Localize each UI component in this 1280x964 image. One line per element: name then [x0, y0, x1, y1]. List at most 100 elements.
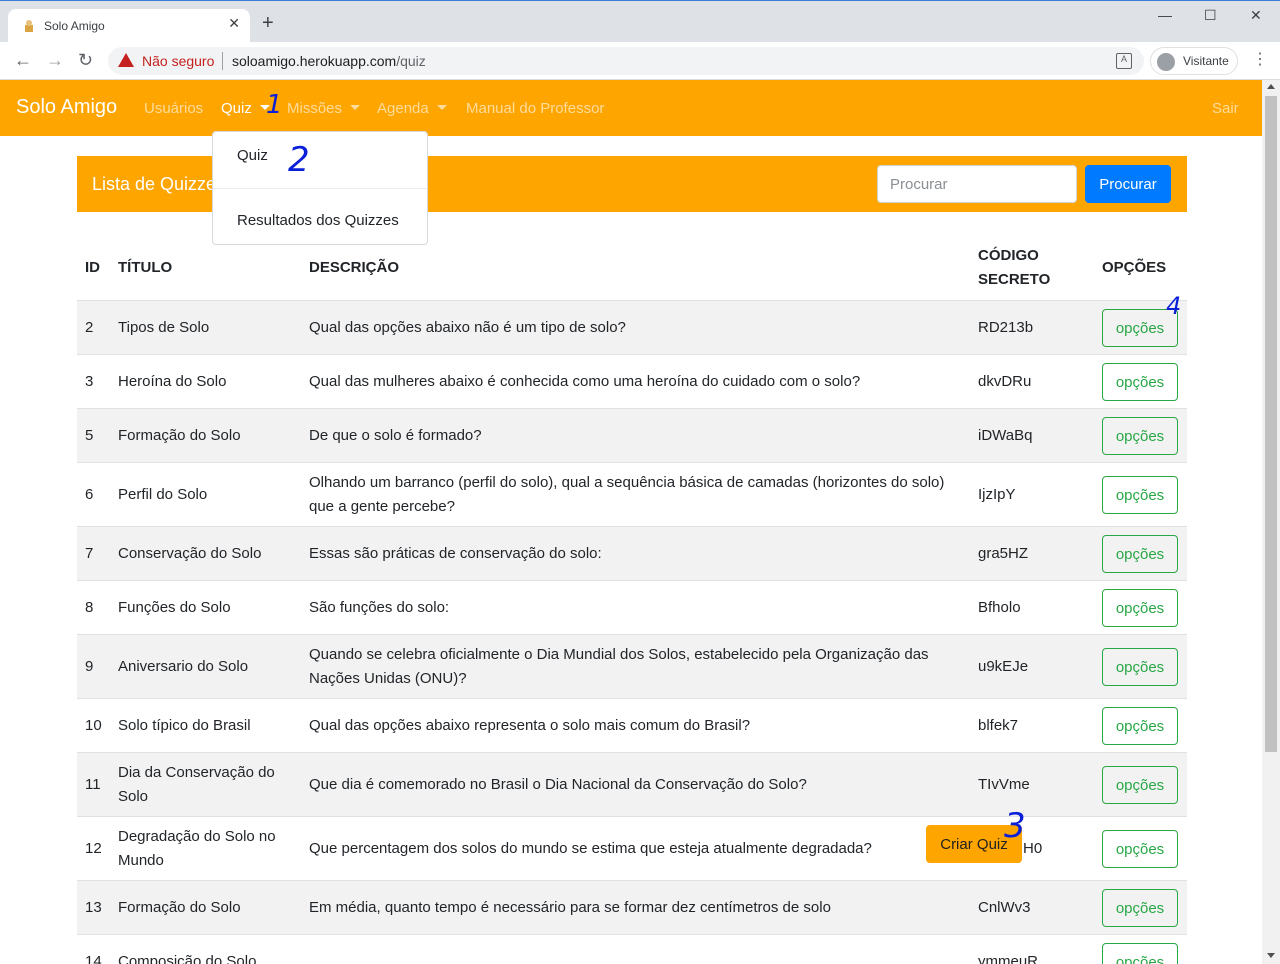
- browser-tabstrip: Solo Amigo ✕ + — ☐ ✕: [0, 0, 1280, 43]
- annotation-2: 2: [288, 140, 310, 180]
- annotation-4: 4: [1166, 292, 1182, 320]
- cell-title: Heroína do Solo: [118, 373, 227, 390]
- translate-icon[interactable]: A: [1116, 53, 1132, 69]
- header-description: DESCRIÇÃO: [309, 259, 400, 276]
- cell-code: dkvDRu: [978, 373, 1032, 390]
- header-title: TÍTULO: [118, 259, 173, 276]
- options-button[interactable]: opções: [1102, 766, 1178, 804]
- nav-quiz[interactable]: Quiz: [221, 100, 270, 117]
- app-navbar: Solo Amigo Usuários Quiz Missões Agenda …: [0, 80, 1262, 136]
- brand-logo[interactable]: Solo Amigo: [16, 96, 117, 119]
- cell-description: Quando se celebra oficialmente o Dia Mun…: [309, 646, 929, 687]
- nav-missoes[interactable]: Missões: [287, 100, 361, 117]
- scroll-thumb[interactable]: [1265, 96, 1277, 752]
- nav-manual[interactable]: Manual do Professor: [466, 100, 604, 117]
- table-header: ID TÍTULO DESCRIÇÃO CÓDIGO SECRETO OPÇÕES: [77, 240, 1187, 300]
- options-button[interactable]: opções: [1102, 535, 1178, 573]
- security-label[interactable]: Não seguro: [142, 53, 214, 69]
- options-button[interactable]: opções: [1102, 363, 1178, 401]
- url-text[interactable]: soloamigo.herokuapp.com/quiz: [232, 53, 426, 69]
- cell-description: Olhando um barranco (perfil do solo), qu…: [309, 474, 945, 515]
- cell-code: TIvVme: [978, 776, 1030, 793]
- cell-title: Perfil do Solo: [118, 486, 208, 503]
- browser-menu-icon[interactable]: ⋮: [1252, 50, 1268, 70]
- options-button[interactable]: opções: [1102, 889, 1178, 927]
- chevron-down-icon: [436, 105, 447, 110]
- options-button[interactable]: opções: [1102, 417, 1178, 455]
- cell-code: u9kEJe: [978, 658, 1029, 675]
- tab-title: Solo Amigo: [44, 19, 105, 33]
- cell-code: gra5HZ: [978, 545, 1029, 562]
- app-favicon-icon: [25, 20, 33, 32]
- cell-title: Formação do Solo: [118, 899, 241, 916]
- table-row: 9 Aniversario do Solo Quando se celebra …: [77, 634, 1187, 698]
- table-row: 7 Conservação do Solo Essas são práticas…: [77, 526, 1187, 580]
- tab-close-icon[interactable]: ✕: [228, 15, 240, 32]
- back-icon[interactable]: ←: [14, 50, 32, 70]
- cell-id: 14: [85, 953, 102, 964]
- cell-description: Em média, quanto tempo é necessário para…: [309, 899, 831, 916]
- cell-id: 5: [85, 427, 94, 444]
- browser-tab[interactable]: Solo Amigo ✕: [8, 9, 250, 43]
- reload-icon[interactable]: ↻: [78, 50, 93, 70]
- cell-title: Solo típico do Brasil: [118, 717, 251, 734]
- cell-title: Formação do Solo: [118, 427, 241, 444]
- minimize-icon[interactable]: —: [1158, 7, 1172, 23]
- cell-description: Qual das mulheres abaixo é conhecida com…: [309, 373, 861, 390]
- cell-id: 10: [85, 717, 102, 734]
- cell-description: São funções do solo:: [309, 599, 450, 616]
- dropdown-item-quiz[interactable]: Quiz: [213, 147, 427, 164]
- profile-button[interactable]: Visitante: [1150, 47, 1238, 75]
- warning-icon: [118, 53, 134, 67]
- table-row: 13 Formação do Solo Em média, quanto tem…: [77, 880, 1187, 934]
- search-button[interactable]: Procurar: [1085, 165, 1171, 203]
- logout-link[interactable]: Sair: [1212, 100, 1239, 117]
- nav-agenda-label: Agenda: [377, 100, 429, 117]
- cell-code: H0: [1023, 840, 1043, 857]
- annotation-1: 1: [266, 90, 283, 120]
- window-close-icon[interactable]: ✕: [1250, 7, 1262, 24]
- browser-toolbar: ← → ↻ Não seguro soloamigo.herokuapp.com…: [0, 42, 1280, 80]
- options-button[interactable]: opções: [1102, 830, 1178, 868]
- header-code: CÓDIGO SECRETO: [978, 244, 1050, 292]
- scroll-down-icon[interactable]: [1267, 953, 1275, 958]
- maximize-icon[interactable]: ☐: [1204, 7, 1217, 24]
- cell-description: Essas são práticas de conservação do sol…: [309, 545, 602, 562]
- nav-usuarios[interactable]: Usuários: [144, 100, 203, 117]
- table-row: 8 Funções do Solo São funções do solo: B…: [77, 580, 1187, 634]
- cell-id: 12: [85, 840, 102, 857]
- new-tab-button[interactable]: +: [262, 13, 274, 33]
- cell-title: Funções do Solo: [118, 599, 231, 616]
- cell-description: Que percentagem dos solos do mundo se es…: [309, 840, 872, 857]
- nav-missoes-label: Missões: [287, 100, 343, 117]
- options-button[interactable]: opções: [1102, 589, 1178, 627]
- search-input[interactable]: [877, 165, 1077, 203]
- table-row: 14 Composição do Solo ymmeuR opções: [77, 934, 1187, 964]
- header-options: OPÇÕES: [1102, 259, 1167, 276]
- forward-icon[interactable]: →: [46, 50, 64, 70]
- cell-code: RD213b: [978, 319, 1034, 336]
- cell-description: Qual das opções abaixo representa o solo…: [309, 717, 751, 734]
- options-button[interactable]: opções: [1102, 707, 1178, 745]
- cell-description: De que o solo é formado?: [309, 427, 482, 444]
- nav-quiz-label: Quiz: [221, 100, 252, 117]
- cell-title: Aniversario do Solo: [118, 658, 249, 675]
- cell-id: 13: [85, 899, 102, 916]
- options-button[interactable]: opções: [1102, 943, 1178, 964]
- dropdown-item-resultados[interactable]: Resultados dos Quizzes: [213, 212, 427, 229]
- cell-description: Qual das opções abaixo não é um tipo de …: [309, 319, 626, 336]
- page-scrollbar[interactable]: [1262, 80, 1280, 964]
- options-button[interactable]: opções: [1102, 476, 1178, 514]
- cell-id: 3: [85, 373, 94, 390]
- cell-code: IjzIpY: [978, 486, 1016, 503]
- scroll-up-icon[interactable]: [1267, 84, 1275, 89]
- cell-code: blfek7: [978, 717, 1019, 734]
- cell-description: Que dia é comemorado no Brasil o Dia Nac…: [309, 776, 807, 793]
- address-bar[interactable]: Não seguro soloamigo.herokuapp.com/quiz …: [108, 47, 1144, 75]
- table-row: 10 Solo típico do Brasil Qual das opções…: [77, 698, 1187, 752]
- options-button[interactable]: opções: [1102, 648, 1178, 686]
- nav-agenda[interactable]: Agenda: [377, 100, 447, 117]
- cell-title: Dia da Conservação do Solo: [118, 764, 275, 805]
- page-title: Lista de Quizzes: [92, 174, 226, 194]
- header-code-line1: CÓDIGO: [978, 247, 1039, 264]
